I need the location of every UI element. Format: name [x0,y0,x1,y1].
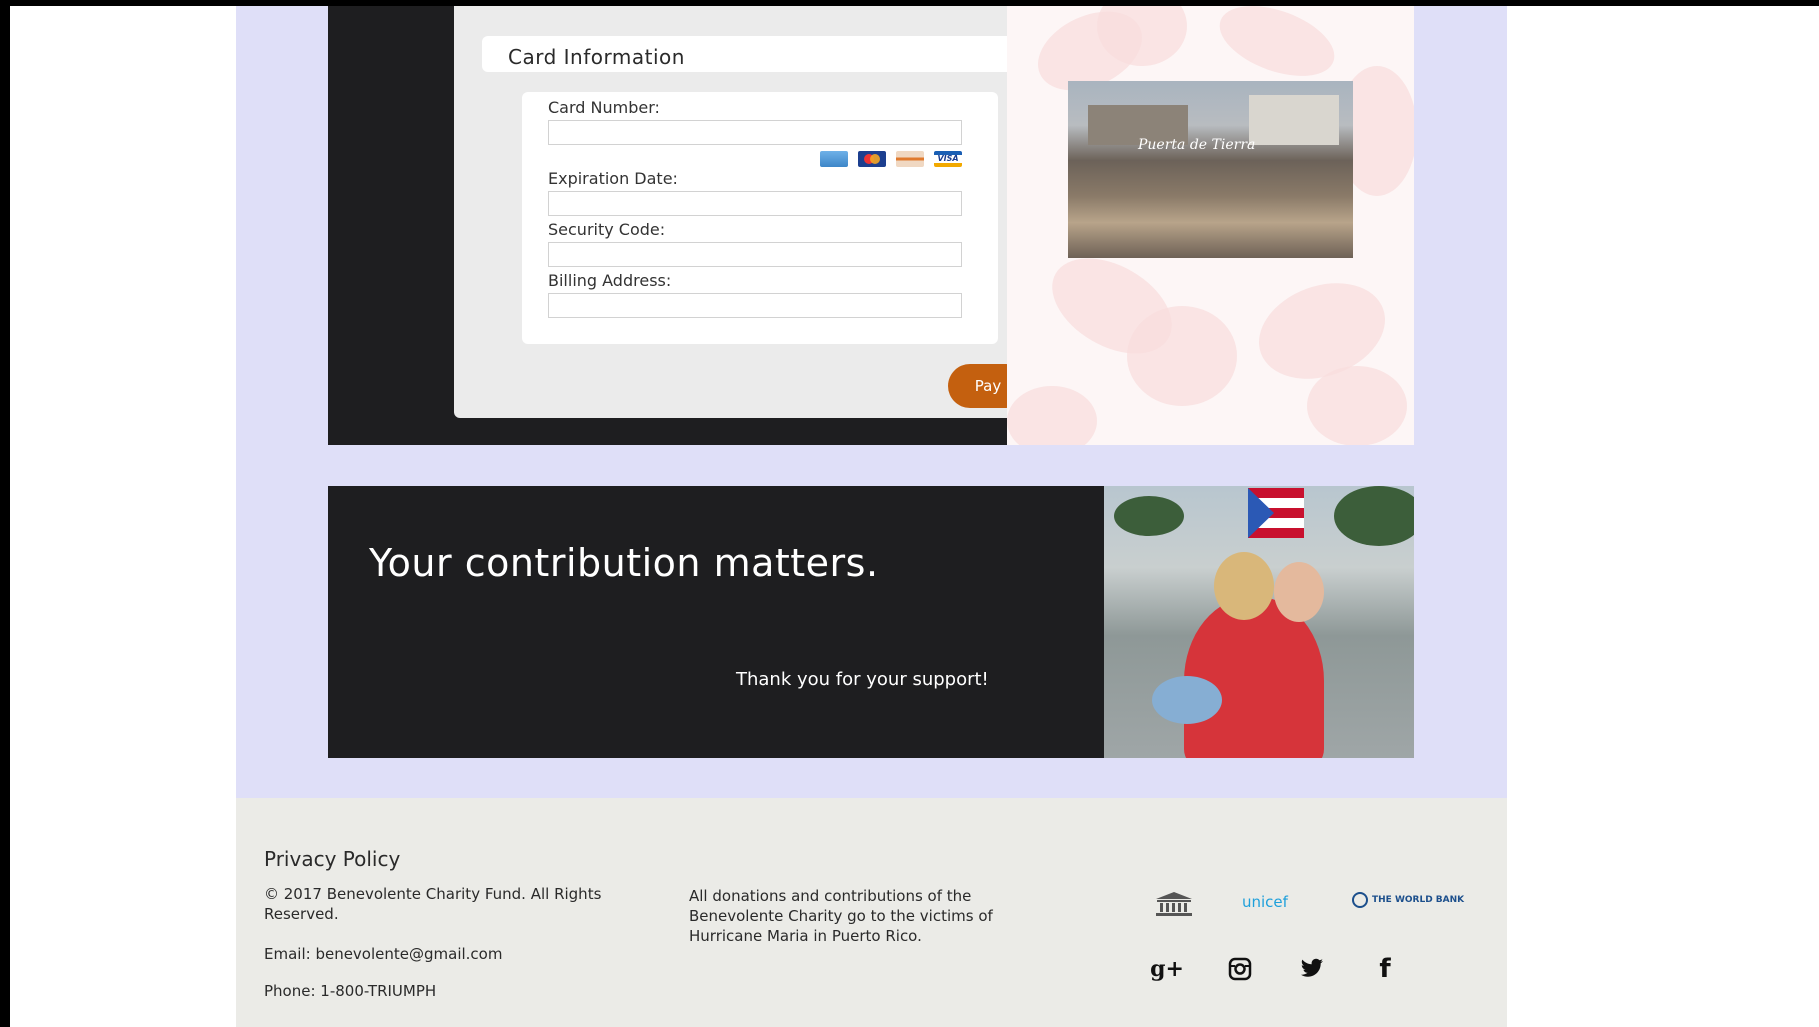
instagram-icon[interactable] [1226,955,1254,983]
amex-card-icon [820,151,848,167]
billing-address-label: Billing Address: [548,271,672,290]
photo-person-head [1214,552,1274,620]
phone-text: Phone: 1-800-TRIUMPH [264,982,437,1000]
puerto-rico-flag-icon [1248,488,1304,538]
floral-petal [1127,306,1237,406]
floral-petal [1210,6,1344,90]
copyright-text: © 2017 Benevolente Charity Fund. All Rig… [264,885,602,923]
card-form: Card Number: VISA Expiration Date: Secur… [522,92,998,344]
photo-palm-shape [1114,496,1184,536]
google-plus-icon[interactable]: g+ [1150,955,1184,983]
page-container: Card Information Card Number: VISA Expir… [236,6,1507,1027]
security-code-label: Security Code: [548,220,666,239]
photo-cap-shape [1152,676,1222,724]
card-info-box: Card Information Card Number: VISA Expir… [454,6,1066,418]
world-bank-label: THE WORLD BANK [1372,895,1465,905]
unicef-logo[interactable]: unicef [1242,893,1288,911]
hurricane-damage-photo: Puerta de Tierra [1068,81,1353,258]
contribution-title: Your contribution matters. [369,541,879,585]
photo-sign-text: Puerta de Tierra [1138,137,1256,153]
twitter-icon[interactable] [1298,955,1326,983]
discover-card-icon [896,151,924,167]
footer: Privacy Policy © 2017 Benevolente Charit… [236,798,1507,1027]
hug-photo [1104,486,1414,758]
globe-icon [1352,892,1368,908]
payment-panel: Card Information Card Number: VISA Expir… [328,6,1066,445]
card-info-header: Card Information [482,36,1038,72]
contribution-banner: Your contribution matters. Thank you for… [328,486,1104,758]
billing-address-input[interactable] [548,293,962,318]
photo-building-shape [1249,95,1339,145]
window-left-edge [0,0,10,1027]
facebook-icon[interactable]: f [1371,954,1399,984]
card-number-label: Card Number: [548,98,660,117]
security-code-input[interactable] [548,242,962,267]
card-icons: VISA [820,151,962,167]
thank-you-text: Thank you for your support! [736,669,989,690]
expiration-date-input[interactable] [548,191,962,216]
visa-card-icon: VISA [934,151,962,167]
card-info-title: Card Information [508,45,685,69]
photo-person-head [1274,562,1324,622]
mastercard-icon [858,151,886,167]
card-number-input[interactable] [548,120,962,145]
unesco-logo-icon[interactable] [1154,891,1194,917]
expiration-date-label: Expiration Date: [548,169,678,188]
floral-petal [1007,386,1097,445]
photo-palm-shape [1334,486,1414,546]
donations-text: All donations and contributions of the B… [689,887,993,945]
floral-petal [1307,366,1407,445]
world-bank-logo[interactable]: THE WORLD BANK [1352,892,1464,908]
privacy-policy-link[interactable]: Privacy Policy [264,847,400,871]
email-text: Email: benevolente@gmail.com [264,945,503,963]
